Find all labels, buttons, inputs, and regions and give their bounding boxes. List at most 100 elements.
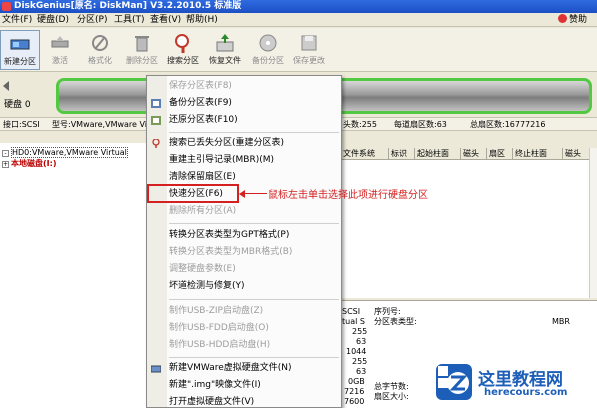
- save-changes-button[interactable]: 保存更改: [289, 30, 329, 70]
- menu-separator: [169, 132, 339, 133]
- menu-item-search-lost-partitions[interactable]: 搜索已丢失分区(重建分区表): [147, 136, 341, 151]
- watermark-url: herecours.com: [484, 387, 568, 398]
- menu-item-usb-fdd[interactable]: 制作USB-FDD启动盘(O): [147, 321, 341, 336]
- detail-value: 63: [356, 367, 367, 376]
- format-button[interactable]: 格式化: [80, 30, 120, 70]
- total-sectors-info: 总扇区数:16777216: [470, 120, 546, 129]
- tree-local-disk-label: 本地磁盘(I:): [11, 159, 57, 168]
- tree-local-disk-node[interactable]: + 本地磁盘(I:): [2, 159, 57, 169]
- model-info: 型号:VMware,VMware Vi: [52, 120, 148, 129]
- detail-value: 7216: [344, 387, 365, 396]
- window-title: DiskGenius[原名: DiskMan] V3.2.2010.5 标准版: [14, 1, 242, 11]
- annotation-text: 鼠标左击单击选择此项进行硬盘分区: [268, 190, 428, 201]
- menu-item-label: 保存分区表(F8): [169, 81, 232, 91]
- table-type-label: 分区表类型:: [374, 317, 417, 326]
- sectors-per-track-info: 每道扇区数:63: [394, 120, 447, 129]
- interface-info: 接口:SCSI: [3, 120, 40, 129]
- collapse-icon[interactable]: -: [2, 150, 9, 157]
- detail-value: 1044: [346, 347, 367, 356]
- disk-context-menu: 保存分区表(F8) 备份分区表(F9) 还原分区表(F10) 搜索已丢失分区(重…: [146, 75, 342, 408]
- menu-tools[interactable]: 工具(T): [114, 14, 145, 26]
- menu-item-adjust-disk-params[interactable]: 调整硬盘参数(E): [147, 262, 341, 277]
- detail-value: 0GB: [348, 377, 365, 386]
- tree-disk-node[interactable]: - HD0:VMware,VMware Virtual: [2, 147, 128, 158]
- menu-separator: [169, 223, 339, 224]
- recover-files-icon: [216, 34, 234, 52]
- menu-item-usb-hdd[interactable]: 制作USB-HDD启动盘(H): [147, 338, 341, 353]
- search-partition-label: 搜索分区: [167, 56, 199, 65]
- menu-item-backup-partition-table[interactable]: 备份分区表(F9): [147, 96, 341, 111]
- table-type-value: MBR: [552, 317, 570, 326]
- col-end-cylinder[interactable]: 终止柱面: [513, 148, 563, 160]
- menu-item-usb-zip[interactable]: 制作USB-ZIP启动盘(Z): [147, 304, 341, 319]
- menu-item-save-partition-table[interactable]: 保存分区表(F8): [147, 79, 341, 94]
- heads-info: 头数:255: [343, 120, 377, 129]
- detail-value: 63: [356, 337, 367, 346]
- vertical-scrollbar[interactable]: [589, 148, 597, 298]
- menu-item-label: 调整硬盘参数(E): [169, 264, 236, 274]
- watermark: 这里教程网 herecours.com: [428, 360, 597, 408]
- activate-icon: [51, 36, 69, 48]
- expand-icon[interactable]: +: [2, 161, 9, 168]
- menu-view[interactable]: 查看(V): [150, 14, 181, 26]
- menu-disk[interactable]: 硬盘(D): [37, 14, 69, 26]
- menu-item-label: 备份分区表(F9): [169, 98, 232, 108]
- menu-item-clear-reserved-sectors[interactable]: 清除保留扇区(E): [147, 170, 341, 185]
- menu-item-open-virtual-disk[interactable]: 打开虚拟硬盘文件(V): [147, 395, 341, 408]
- disk-tree: - HD0:VMware,VMware Virtual + 本地磁盘(I:): [0, 143, 148, 408]
- search-partition-icon: [175, 34, 189, 53]
- col-filesystem[interactable]: 文件系统: [341, 148, 389, 160]
- menu-item-rebuild-mbr[interactable]: 重建主引导记录(MBR)(M): [147, 153, 341, 168]
- disk-label: 硬盘 0: [4, 100, 31, 110]
- menu-item-label: 转换分区表类型为MBR格式(B): [169, 247, 293, 257]
- menu-separator: [169, 299, 339, 300]
- menu-bar: 文件(F) 硬盘(D) 分区(P) 工具(T) 查看(V) 帮助(H) 赞助: [0, 13, 597, 27]
- menu-item-convert-mbr[interactable]: 转换分区表类型为MBR格式(B): [147, 245, 341, 260]
- activate-label: 激活: [52, 56, 68, 65]
- col-start-head[interactable]: 磁头: [461, 148, 487, 160]
- menu-item-bad-sector-check[interactable]: 坏道检测与修复(Y): [147, 279, 341, 294]
- annotation-arrow-icon: [239, 190, 245, 198]
- delete-partition-label: 删除分区: [126, 56, 158, 65]
- menu-item-new-img-file[interactable]: 新建".img"映像文件(I): [147, 378, 341, 393]
- menu-item-label: 删除所有分区(A): [169, 206, 237, 216]
- col-flag[interactable]: 标识: [389, 148, 415, 160]
- vmware-disk-icon: [151, 365, 161, 373]
- menu-item-new-vmware-disk[interactable]: 新建VMWare虚拟硬盘文件(N): [147, 361, 341, 376]
- search-lost-icon: [152, 139, 160, 148]
- nav-left-arrow-icon[interactable]: [2, 81, 10, 91]
- menu-help[interactable]: 帮助(H): [186, 14, 218, 26]
- serial-label: 序列号:: [374, 307, 401, 316]
- recover-files-label: 恢复文件: [209, 56, 241, 65]
- recover-files-button[interactable]: 恢复文件: [205, 30, 245, 70]
- detail-value: 255: [352, 327, 368, 336]
- delete-partition-icon: [135, 36, 149, 52]
- col-start-sector[interactable]: 扇区: [487, 148, 513, 160]
- col-start-cylinder[interactable]: 起始柱面: [415, 148, 461, 160]
- annotation-arrow-line: [241, 193, 267, 194]
- restore-table-icon: [151, 116, 161, 125]
- menu-item-convert-gpt[interactable]: 转换分区表类型为GPT格式(P): [147, 228, 341, 243]
- menu-item-label: 制作USB-ZIP启动盘(Z): [169, 306, 264, 316]
- donate-link[interactable]: 赞助: [557, 14, 587, 26]
- menu-partition[interactable]: 分区(P): [77, 14, 107, 26]
- activate-button[interactable]: 激活: [40, 30, 80, 70]
- new-partition-label: 新建分区: [4, 57, 36, 66]
- search-partition-button[interactable]: 搜索分区: [163, 30, 203, 70]
- menu-item-delete-all-partitions[interactable]: 删除所有分区(A): [147, 204, 341, 219]
- menu-item-label: 制作USB-HDD启动盘(H): [169, 340, 271, 350]
- menu-item-label: 打开虚拟硬盘文件(V): [169, 397, 255, 407]
- backup-partition-button[interactable]: 备份分区: [248, 30, 288, 70]
- backup-partition-icon: [259, 34, 277, 52]
- detail-value: SCSI: [342, 307, 361, 316]
- delete-partition-button[interactable]: 删除分区: [122, 30, 162, 70]
- menu-item-restore-partition-table[interactable]: 还原分区表(F10): [147, 113, 341, 128]
- detail-value: 7600: [344, 397, 365, 406]
- app-icon: [2, 2, 11, 11]
- partition-grid[interactable]: [341, 160, 597, 298]
- menu-item-label: 转换分区表类型为GPT格式(P): [169, 230, 290, 240]
- backup-table-icon: [151, 99, 161, 108]
- new-partition-button[interactable]: 新建分区: [0, 30, 40, 70]
- menu-item-label: 制作USB-FDD启动盘(O): [169, 323, 269, 333]
- menu-file[interactable]: 文件(F): [2, 14, 32, 26]
